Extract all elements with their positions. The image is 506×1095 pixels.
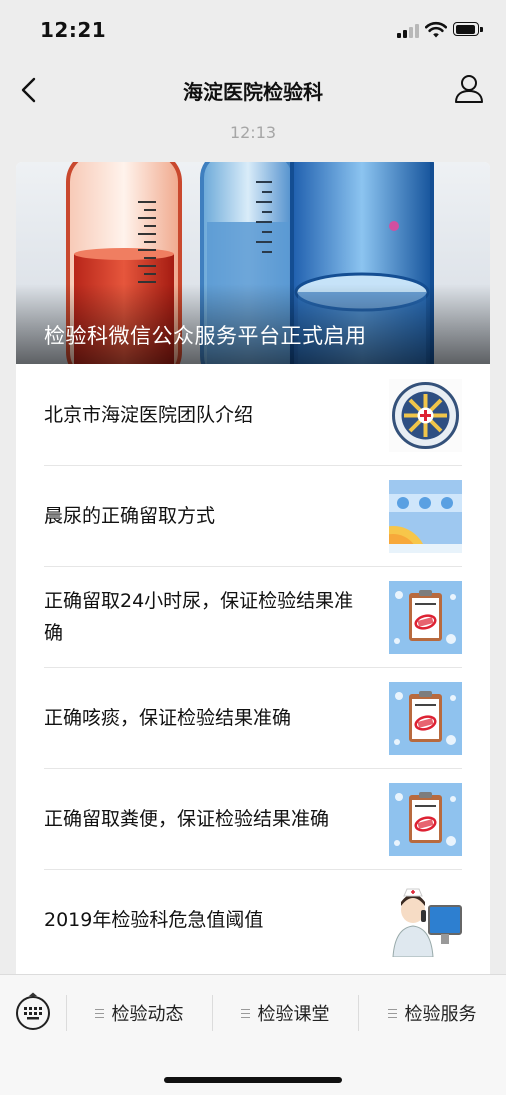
clipboard-thumbnail: [389, 581, 462, 654]
home-indicator: [164, 1077, 342, 1083]
menu-tab-lab-news[interactable]: 检验动态: [66, 995, 212, 1031]
menu-tab-label: 检验动态: [111, 1004, 184, 1025]
cellular-signal-icon: [397, 24, 419, 38]
menu-tab-label: 检验服务: [404, 1004, 477, 1025]
hero-title: 检验科微信公众服务平台正式启用: [44, 324, 367, 348]
clipboard-thumbnail: [389, 783, 462, 856]
battery-icon: [453, 22, 483, 38]
menu-tab-label: 检验课堂: [257, 1004, 330, 1025]
keyboard-icon: [16, 992, 50, 1030]
clipboard-thumbnail: [389, 682, 462, 755]
sunrise-thumbnail: [389, 480, 462, 553]
hospital-emblem-thumbnail: [389, 379, 462, 452]
person-icon: [455, 75, 483, 103]
list-item[interactable]: 正确留取粪便，保证检验结果准确: [44, 768, 462, 869]
menu-tab-lab-class[interactable]: 检验课堂: [212, 995, 358, 1031]
message-timestamp: 12:13: [229, 123, 277, 142]
menu-lines-icon: [240, 1008, 250, 1018]
keyboard-toggle-button[interactable]: [14, 992, 52, 1030]
list-item[interactable]: 正确咳痰，保证检验结果准确: [44, 667, 462, 768]
article-title: 正确留取粪便，保证检验结果准确: [44, 807, 330, 830]
list-item[interactable]: 晨尿的正确留取方式: [44, 465, 462, 566]
article-title: 正确留取24小时尿，保证检验结果准确: [44, 589, 354, 644]
nurse-thumbnail: [389, 884, 462, 957]
status-bar: 12:21: [0, 0, 506, 62]
status-time: 12:21: [40, 18, 107, 42]
article-title: 2019年检验科危急值阈值: [44, 908, 264, 931]
list-item[interactable]: 2019年检验科危急值阈值: [44, 869, 462, 970]
hero-article[interactable]: 检验科微信公众服务平台正式启用: [16, 162, 490, 364]
menu-tab-lab-service[interactable]: 检验服务: [358, 995, 506, 1031]
menu-lines-icon: [94, 1008, 104, 1018]
article-card: 检验科微信公众服务平台正式启用 北京市海淀医院团队介绍 晨尿的正确留取方式 正确…: [16, 162, 490, 974]
article-title: 北京市海淀医院团队介绍: [44, 403, 254, 426]
article-title: 晨尿的正确留取方式: [44, 504, 216, 527]
profile-button[interactable]: [452, 72, 486, 106]
page-title: 海淀医院检验科: [183, 80, 323, 104]
menu-lines-icon: [387, 1008, 397, 1018]
wifi-icon: [425, 21, 447, 38]
list-item[interactable]: 北京市海淀医院团队介绍: [44, 364, 462, 465]
article-title: 正确咳痰，保证检验结果准确: [44, 706, 292, 729]
nav-bar: 海淀医院检验科: [0, 62, 506, 118]
list-item[interactable]: 正确留取24小时尿，保证检验结果准确: [44, 566, 462, 667]
